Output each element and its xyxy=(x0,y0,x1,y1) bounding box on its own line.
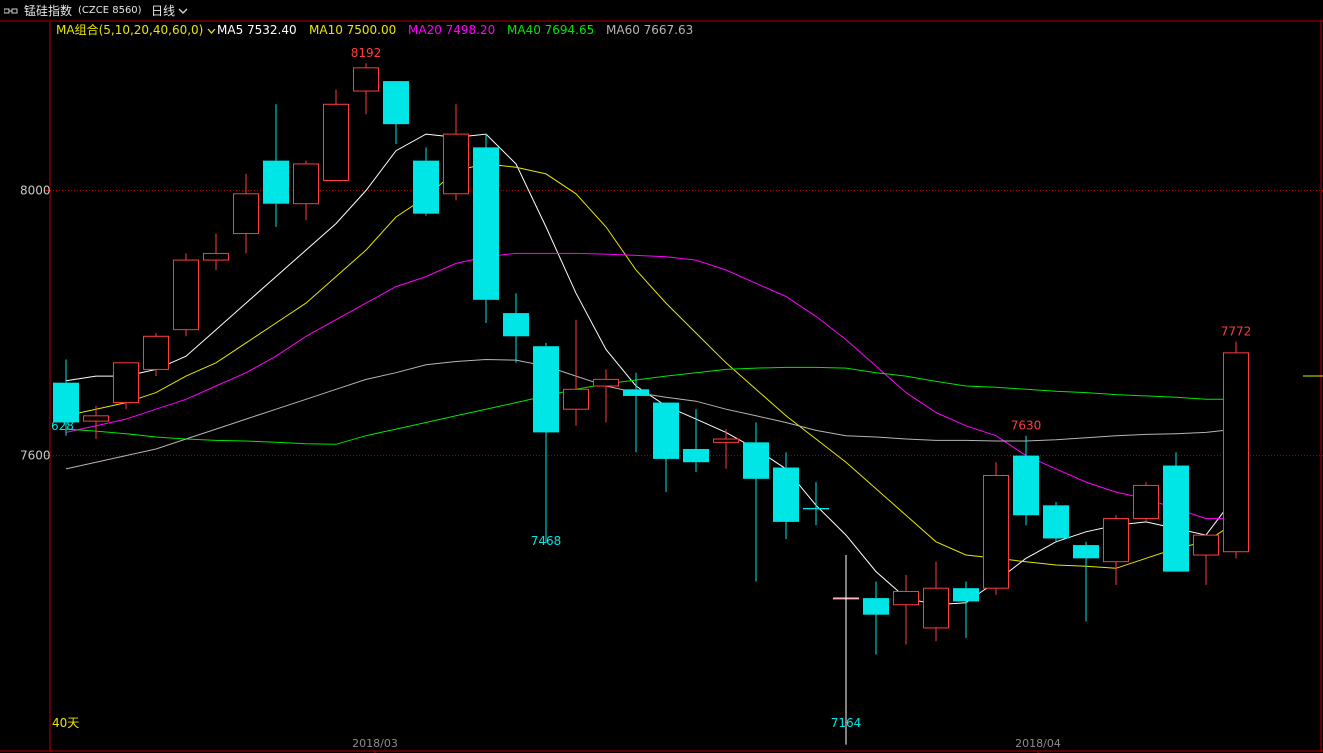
candle xyxy=(863,581,889,655)
candle xyxy=(173,253,199,337)
candle-body-up xyxy=(293,163,319,205)
price-annotation: 7468 xyxy=(531,534,562,548)
period-days-label: 40天 xyxy=(52,716,79,730)
price-annotation: 7630 xyxy=(1011,419,1042,433)
candle xyxy=(533,342,559,544)
candle xyxy=(443,104,469,201)
candle-body-down xyxy=(383,81,409,125)
candle xyxy=(1133,482,1159,522)
candle xyxy=(353,63,379,115)
candle xyxy=(143,332,169,377)
ma60-line xyxy=(65,358,1237,470)
candle-body-down xyxy=(413,160,439,214)
candle-body-up xyxy=(713,438,739,443)
candle-body-down xyxy=(863,598,889,615)
candle-body-down xyxy=(503,313,529,337)
candle-body-up xyxy=(1223,352,1249,553)
candle xyxy=(203,233,229,270)
candle xyxy=(1163,452,1189,572)
candle xyxy=(803,482,829,526)
candle xyxy=(773,452,799,540)
candle-body-up xyxy=(113,362,139,404)
candle-body-up xyxy=(83,415,109,422)
candle-body-down xyxy=(623,389,649,396)
candle-body-down xyxy=(53,382,79,423)
candle xyxy=(263,104,289,227)
candle xyxy=(713,429,739,469)
candle-body-up xyxy=(1193,534,1219,556)
candle-body-up xyxy=(143,335,169,370)
price-annotation: 7164 xyxy=(831,716,862,730)
y-tick-label: 7600 xyxy=(20,449,51,463)
candle-body-up xyxy=(443,133,469,195)
candle xyxy=(1103,515,1129,585)
candle xyxy=(743,422,769,582)
candle-body-down xyxy=(773,467,799,522)
candle-body-up xyxy=(173,259,199,331)
candle-body-up xyxy=(923,587,949,629)
candle-body-up xyxy=(593,378,619,387)
candle-body-up xyxy=(1133,484,1159,520)
candle xyxy=(653,402,679,493)
candle-body-down xyxy=(743,442,769,479)
candle xyxy=(923,561,949,642)
candle-body-down xyxy=(683,448,709,463)
candle-body-down xyxy=(263,160,289,204)
candle xyxy=(1073,541,1099,622)
x-tick-label: 2018/04 xyxy=(1015,737,1061,750)
candle-body-down xyxy=(653,402,679,459)
candle xyxy=(1223,341,1249,559)
y-tick-label: 8000 xyxy=(20,183,51,197)
candle xyxy=(953,581,979,638)
candle xyxy=(473,134,499,324)
candlestick-chart[interactable]: 8000 7600 2018/03 2018/04 8192 7468 7164 7630 7… xyxy=(0,0,1323,753)
candle xyxy=(893,574,919,645)
candle xyxy=(233,173,259,254)
candle xyxy=(593,369,619,423)
candle-body-down xyxy=(473,147,499,300)
ma20-line xyxy=(65,252,1236,520)
candle-body-down xyxy=(533,346,559,433)
candle-body-down xyxy=(953,588,979,602)
price-annotation: 8192 xyxy=(351,46,382,60)
candle-body-up xyxy=(323,103,349,182)
candle xyxy=(1043,502,1069,542)
candle xyxy=(413,147,439,216)
candle-body-down xyxy=(1163,465,1189,572)
candle-body-down xyxy=(1013,455,1039,516)
candle-body-up xyxy=(983,474,1009,589)
left-edge-label: 628 xyxy=(51,419,74,433)
candle xyxy=(383,81,409,145)
candle xyxy=(293,160,319,221)
candle xyxy=(503,293,529,363)
candle-body-up xyxy=(893,590,919,606)
candle-body-down xyxy=(1073,545,1099,559)
price-annotation: 7772 xyxy=(1221,325,1252,339)
candle xyxy=(623,372,649,453)
candle-body-up xyxy=(203,252,229,261)
candle-body-down xyxy=(1043,505,1069,539)
candle-body-up xyxy=(1103,518,1129,563)
candle-body-up xyxy=(233,193,259,235)
candle-body-up xyxy=(353,67,379,92)
candle xyxy=(983,462,1009,595)
x-tick-label: 2018/03 xyxy=(352,737,398,750)
candle xyxy=(323,89,349,182)
candle xyxy=(1193,534,1219,585)
candle xyxy=(113,362,139,410)
ma40-line xyxy=(65,366,1236,445)
candle xyxy=(683,409,709,473)
candle-body-down xyxy=(803,507,829,510)
candle-body-up xyxy=(563,388,589,410)
